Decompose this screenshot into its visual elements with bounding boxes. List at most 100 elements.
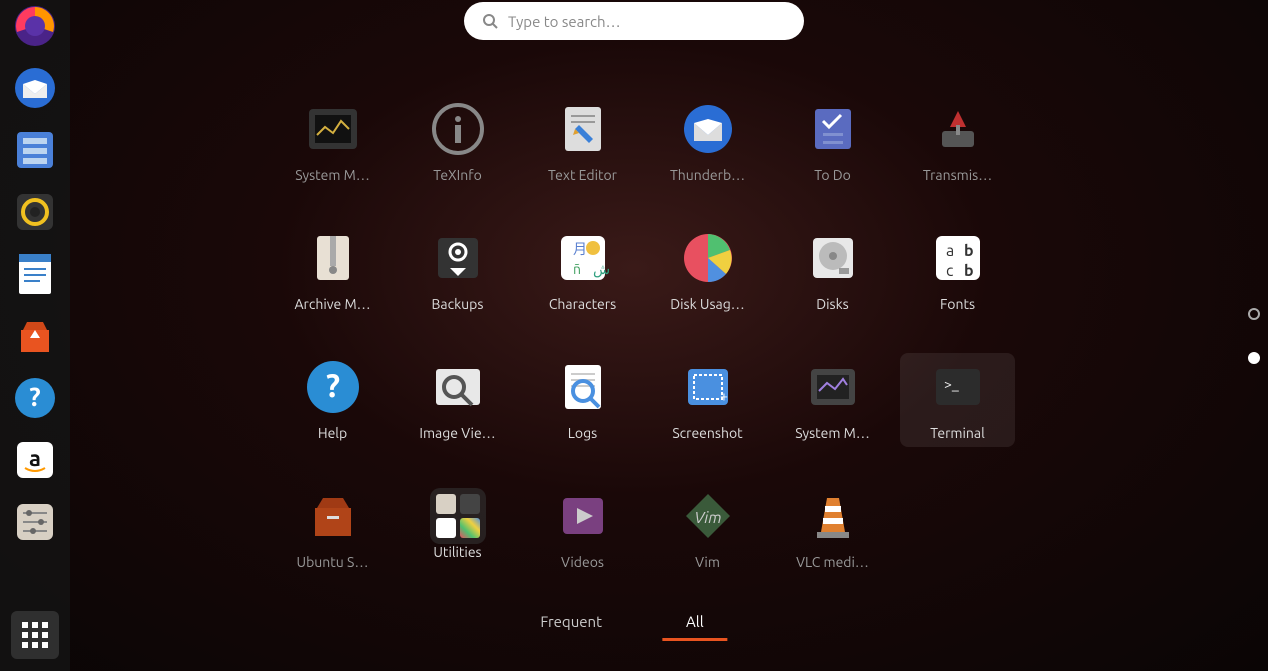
app-label: TeXInfo <box>433 167 482 183</box>
svg-text:?: ? <box>325 368 339 404</box>
transmission-icon <box>930 101 986 157</box>
dock-ubuntu-software[interactable] <box>11 312 59 360</box>
vlc-icon <box>805 488 861 544</box>
dock-help[interactable]: ? <box>11 374 59 422</box>
app-terminal[interactable]: >_ Terminal <box>900 353 1015 447</box>
app-disk-usage[interactable]: Disk Usag… <box>650 224 765 318</box>
screenshot-icon: + <box>680 359 736 415</box>
svg-text:ش: ش <box>593 261 610 278</box>
app-label: System M… <box>795 425 870 441</box>
app-label: Archive M… <box>294 296 370 312</box>
characters-icon: 月ñش <box>555 230 611 286</box>
disks-icon <box>805 230 861 286</box>
texinfo-icon <box>430 101 486 157</box>
dock-settings[interactable] <box>11 498 59 546</box>
dock-firefox[interactable] <box>11 2 59 50</box>
image-viewer-icon <box>430 359 486 415</box>
app-transmission[interactable]: Transmis… <box>900 95 1015 189</box>
app-label: Image Vie… <box>419 425 495 441</box>
app-label: Thunderb… <box>670 167 745 183</box>
todo-icon <box>805 101 861 157</box>
app-label: System M… <box>295 167 370 183</box>
app-label: Disk Usag… <box>670 296 744 312</box>
svg-text:b: b <box>964 262 974 280</box>
app-label: To Do <box>814 167 851 183</box>
svg-text:>_: >_ <box>944 376 959 392</box>
thunderbird-icon <box>680 101 736 157</box>
app-utilities-folder[interactable]: Utilities <box>400 482 515 576</box>
svg-text:ñ: ñ <box>573 261 581 277</box>
search-icon <box>482 13 498 29</box>
app-label: Terminal <box>930 425 985 441</box>
app-fonts[interactable]: abcb Fonts <box>900 224 1015 318</box>
svg-text:+: + <box>720 388 728 404</box>
tab-frequent[interactable]: Frequent <box>540 613 602 641</box>
app-todo[interactable]: To Do <box>775 95 890 189</box>
apps-grid-icon <box>22 622 48 648</box>
help-icon: ? <box>305 359 361 415</box>
app-backups[interactable]: Backups <box>400 224 515 318</box>
terminal-icon: >_ <box>930 359 986 415</box>
show-applications-button[interactable] <box>11 611 59 659</box>
app-logs[interactable]: Logs <box>525 353 640 447</box>
view-tabs: Frequent All <box>540 613 727 641</box>
app-archive-manager[interactable]: Archive M… <box>275 224 390 318</box>
app-label: Videos <box>561 554 604 570</box>
dock-rhythmbox[interactable] <box>11 188 59 236</box>
app-help[interactable]: ? Help <box>275 353 390 447</box>
dock-amazon[interactable]: a <box>11 436 59 484</box>
app-label: Help <box>318 425 347 441</box>
dock-files[interactable] <box>11 126 59 174</box>
videos-icon <box>555 488 611 544</box>
svg-text:?: ? <box>29 382 40 411</box>
app-disks[interactable]: Disks <box>775 224 890 318</box>
dock: ? a <box>0 0 70 671</box>
app-label: Fonts <box>940 296 975 312</box>
disk-usage-icon <box>680 230 736 286</box>
dock-libreoffice-writer[interactable] <box>11 250 59 298</box>
app-system-monitor[interactable]: System M… <box>275 95 390 189</box>
app-vim[interactable]: Vim Vim <box>650 482 765 576</box>
app-characters[interactable]: 月ñش Characters <box>525 224 640 318</box>
search-input[interactable]: Type to search… <box>464 2 804 40</box>
app-label: Ubuntu S… <box>297 554 369 570</box>
app-system-monitor-2[interactable]: System M… <box>775 353 890 447</box>
utilities-folder-icon <box>430 488 486 544</box>
app-videos[interactable]: Videos <box>525 482 640 576</box>
app-screenshot[interactable]: + Screenshot <box>650 353 765 447</box>
backups-icon <box>430 230 486 286</box>
vim-icon: Vim <box>680 488 736 544</box>
svg-text:Vim: Vim <box>694 509 721 527</box>
app-label: Utilities <box>433 544 481 560</box>
app-label: Screenshot <box>672 425 742 441</box>
app-label: Vim <box>695 554 720 570</box>
svg-text:a: a <box>946 242 954 260</box>
page-indicator <box>1248 308 1260 364</box>
app-vlc[interactable]: VLC medi… <box>775 482 890 576</box>
archive-manager-icon <box>305 230 361 286</box>
app-text-editor[interactable]: Text Editor <box>525 95 640 189</box>
svg-text:b: b <box>964 242 974 260</box>
app-label: Disks <box>816 296 849 312</box>
svg-text:月: 月 <box>573 241 587 257</box>
app-label: VLC medi… <box>796 554 869 570</box>
svg-text:a: a <box>29 446 41 471</box>
app-label: Characters <box>549 296 616 312</box>
app-label: Transmis… <box>923 167 992 183</box>
svg-text:c: c <box>946 262 954 280</box>
system-monitor-2-icon <box>805 359 861 415</box>
system-monitor-icon <box>305 101 361 157</box>
app-label: Text Editor <box>548 167 617 183</box>
page-dot-2[interactable] <box>1248 352 1260 364</box>
ubuntu-software-icon <box>305 488 361 544</box>
app-thunderbird[interactable]: Thunderb… <box>650 95 765 189</box>
dock-thunderbird[interactable] <box>11 64 59 112</box>
app-label: Backups <box>432 296 484 312</box>
page-dot-1[interactable] <box>1248 308 1260 320</box>
applications-grid: System M… TeXInfo Text Editor Thunderb… … <box>275 95 1015 576</box>
app-texinfo[interactable]: TeXInfo <box>400 95 515 189</box>
app-image-viewer[interactable]: Image Vie… <box>400 353 515 447</box>
app-ubuntu-software[interactable]: Ubuntu S… <box>275 482 390 576</box>
logs-icon <box>555 359 611 415</box>
tab-all[interactable]: All <box>662 613 728 641</box>
